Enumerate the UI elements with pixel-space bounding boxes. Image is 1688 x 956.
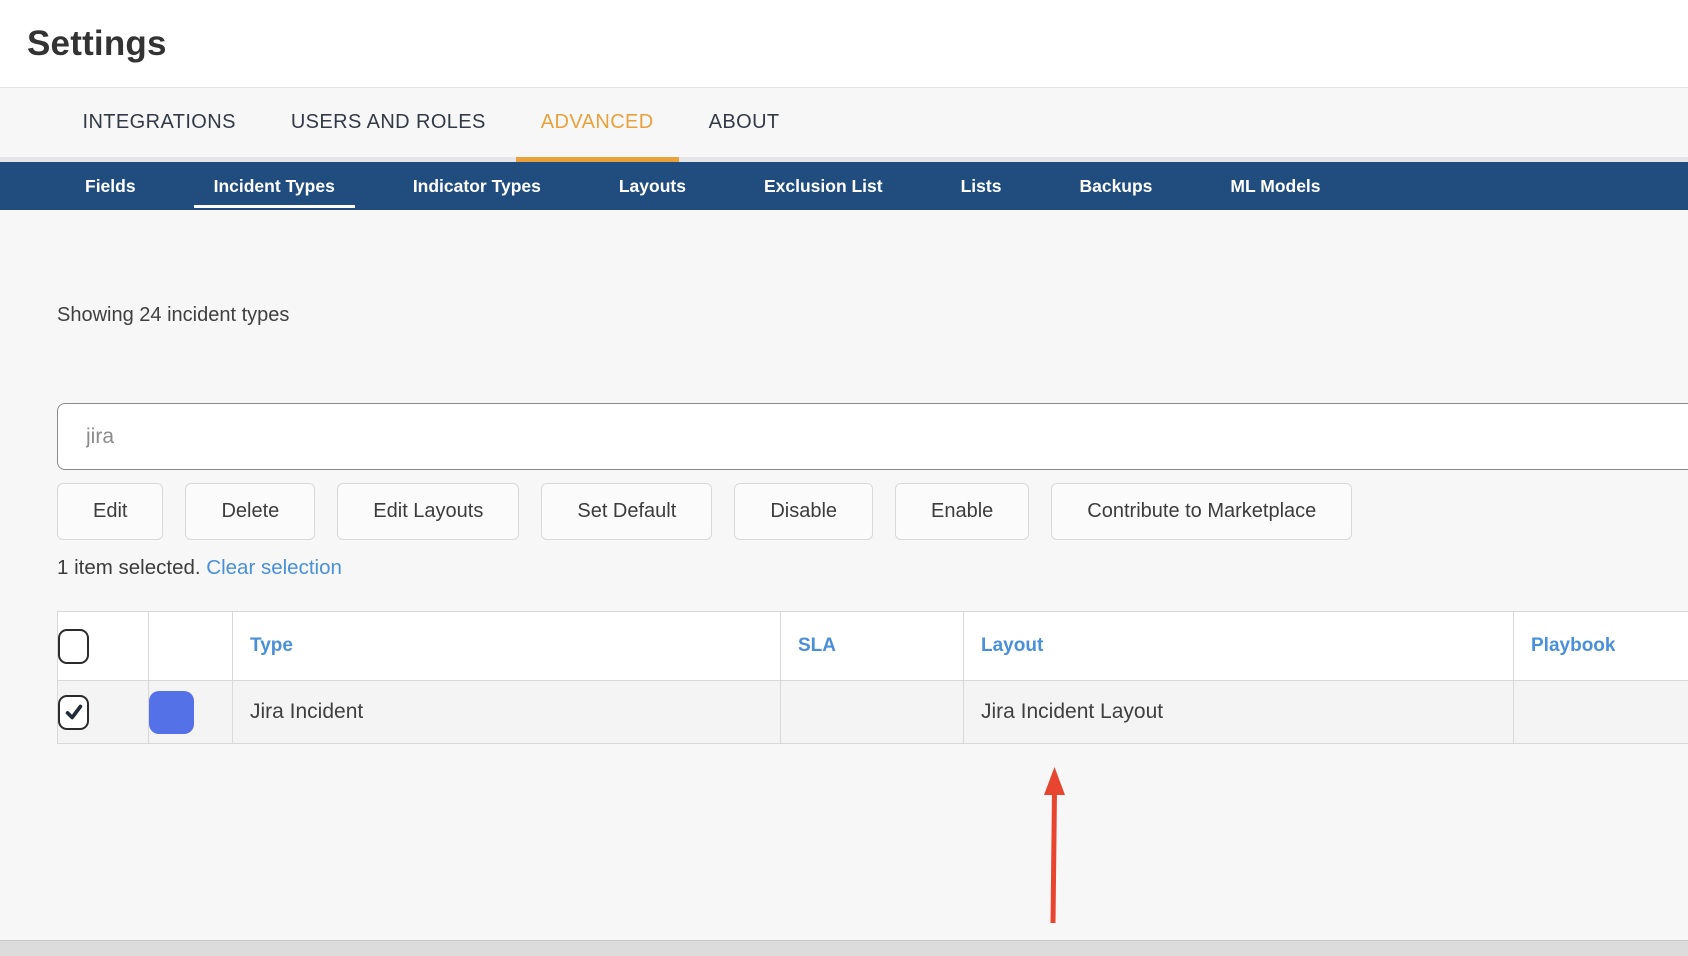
advanced-subnav: Fields Incident Types Indicator Types La… (0, 162, 1688, 210)
subnav-item-indicator-types[interactable]: Indicator Types (393, 162, 561, 210)
tab-advanced[interactable]: ADVANCED (515, 88, 679, 162)
row-playbook-cell (1513, 680, 1688, 744)
subnav-item-incident-types[interactable]: Incident Types (193, 162, 356, 210)
set-default-button[interactable]: Set Default (541, 483, 713, 540)
table-header-row: Type SLA Layout Playbook (57, 611, 1688, 681)
incident-type-color-swatch (149, 690, 194, 734)
horizontal-scrollbar[interactable] (0, 940, 1688, 956)
incident-types-table: Type SLA Layout Playbook Jira Incident J… (57, 611, 1688, 744)
column-header-type[interactable]: Type (232, 611, 781, 681)
delete-button[interactable]: Delete (185, 483, 316, 540)
table-row[interactable]: Jira Incident Jira Incident Layout (57, 680, 1688, 744)
column-header-playbook[interactable]: Playbook (1513, 611, 1688, 681)
search-input[interactable] (57, 403, 1688, 470)
annotation-arrow-up (1044, 767, 1065, 924)
row-sla-cell (780, 680, 964, 744)
subnav-item-ml-models[interactable]: ML Models (1210, 162, 1340, 210)
row-select-cell (57, 680, 149, 744)
row-checkbox-checked[interactable] (58, 694, 89, 730)
subnav-item-exclusion-list[interactable]: Exclusion List (744, 162, 903, 210)
page-title: Settings (27, 23, 167, 63)
incident-types-panel: Showing 24 incident types Edit Delete Ed… (0, 304, 1688, 744)
disable-button[interactable]: Disable (734, 483, 874, 540)
tab-about[interactable]: ABOUT (684, 88, 805, 162)
row-layout-cell: Jira Incident Layout (963, 680, 1514, 744)
settings-tab-bar: INTEGRATIONS USERS AND ROLES ADVANCED AB… (0, 88, 1688, 162)
color-column-header (148, 611, 233, 681)
enable-button[interactable]: Enable (895, 483, 1030, 540)
select-all-checkbox[interactable] (58, 628, 89, 664)
subnav-item-layouts[interactable]: Layouts (599, 162, 706, 210)
tab-users-and-roles[interactable]: USERS AND ROLES (266, 88, 511, 162)
selection-count-text: 1 item selected. (57, 556, 201, 579)
edit-layouts-button[interactable]: Edit Layouts (337, 483, 520, 540)
edit-button[interactable]: Edit (57, 483, 164, 540)
row-type-cell: Jira Incident (232, 680, 781, 744)
selection-status: 1 item selected. Clear selection (57, 556, 1688, 580)
row-color-cell (148, 680, 233, 744)
clear-selection-link[interactable]: Clear selection (206, 556, 342, 579)
column-header-sla[interactable]: SLA (780, 611, 964, 681)
results-summary: Showing 24 incident types (57, 304, 290, 326)
contribute-to-marketplace-button[interactable]: Contribute to Marketplace (1051, 483, 1353, 540)
select-all-cell (57, 611, 149, 681)
tab-integrations[interactable]: INTEGRATIONS (58, 88, 261, 162)
app-header: Settings (0, 0, 1688, 88)
subnav-item-backups[interactable]: Backups (1059, 162, 1172, 210)
column-header-layout[interactable]: Layout (963, 611, 1514, 681)
subnav-item-fields[interactable]: Fields (65, 162, 156, 210)
subnav-item-lists[interactable]: Lists (941, 162, 1022, 210)
actions-toolbar: Edit Delete Edit Layouts Set Default Dis… (57, 483, 1688, 540)
checkmark-icon (65, 704, 82, 720)
